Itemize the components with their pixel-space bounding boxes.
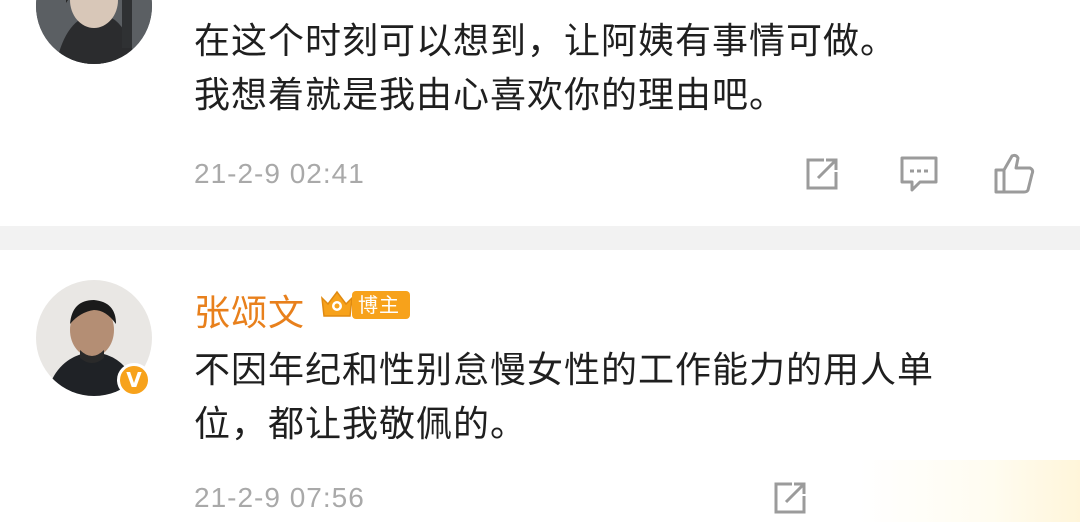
like-icon	[994, 153, 1035, 194]
divider	[0, 226, 1080, 250]
timestamp: 21-2-9 02:41	[194, 158, 365, 189]
blogger-badge-label: 博主	[352, 291, 410, 319]
username[interactable]: 张颂文	[194, 284, 305, 336]
bottom-right-fade	[860, 460, 1080, 522]
comment-text-line: 不因年纪和性别怠慢女性的工作能力的用人单	[194, 350, 935, 391]
forward-button[interactable]	[802, 154, 842, 194]
comment-icon	[900, 156, 938, 192]
forward-icon	[774, 482, 806, 514]
comment-text: 不因年纪和性别怠慢女性的工作能力的用人单 位，都让我敬佩的。	[194, 344, 1054, 452]
crown-icon	[321, 290, 353, 317]
avatar[interactable]	[36, 0, 152, 64]
comment-text-line: 位，都让我敬佩的。	[194, 404, 528, 445]
comment-text-line: 在这个时刻可以想到，让阿姨有事情可做。	[194, 21, 898, 62]
forward-button[interactable]	[770, 478, 810, 518]
comment-feed: 在这个时刻可以想到，让阿姨有事情可做。 我想着就是我由心喜欢你的理由吧。 21-…	[0, 0, 1080, 522]
forward-icon	[806, 158, 838, 190]
blogger-badge: 博主	[318, 288, 410, 322]
comment-item: V 张颂文 博主 不因年纪和性别怠慢女性的工作能力的用人单 位，都让我敬佩的。 …	[0, 250, 1080, 522]
timestamp: 21-2-9 07:56	[194, 482, 365, 513]
comment-text: 在这个时刻可以想到，让阿姨有事情可做。 我想着就是我由心喜欢你的理由吧。	[194, 15, 1054, 123]
comment-text-line: 我想着就是我由心喜欢你的理由吧。	[194, 75, 787, 116]
comment-item: 在这个时刻可以想到，让阿姨有事情可做。 我想着就是我由心喜欢你的理由吧。 21-…	[0, 0, 1080, 226]
reply-button[interactable]	[898, 154, 940, 194]
verified-badge: V	[117, 363, 151, 397]
like-button[interactable]	[992, 150, 1038, 196]
